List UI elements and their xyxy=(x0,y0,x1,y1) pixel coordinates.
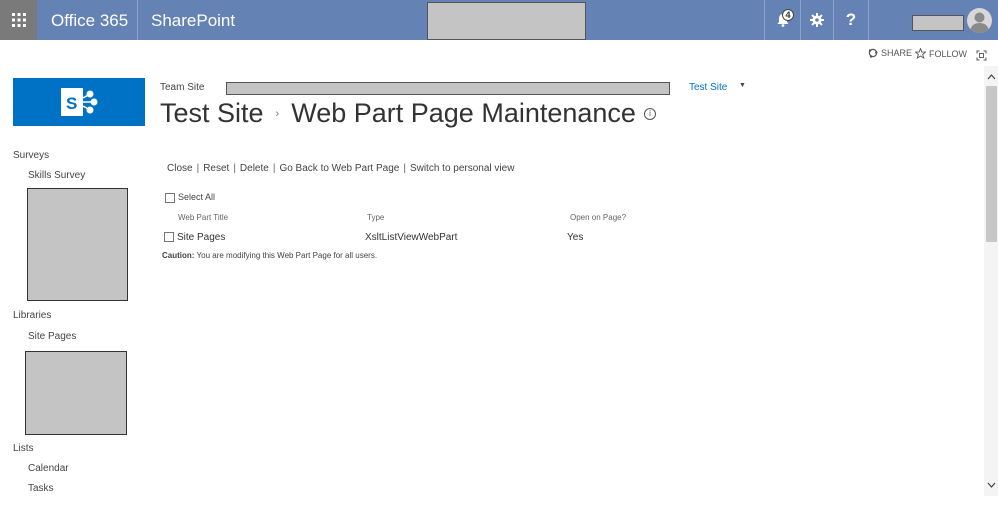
select-all-row: Select All xyxy=(165,192,215,203)
share-label: SHARE xyxy=(881,48,913,58)
notifications-button[interactable] xyxy=(765,0,800,40)
cell-open: Yes xyxy=(567,232,584,243)
follow-button[interactable]: FOLLOW xyxy=(915,48,967,59)
help-button[interactable]: ? xyxy=(834,0,868,40)
go-back-link[interactable]: Go Back to Web Part Page xyxy=(279,163,399,174)
follow-star-icon xyxy=(915,48,926,59)
nav-heading-libraries[interactable]: Libraries xyxy=(13,310,51,321)
caution-text: You are modifying this Web Part Page for… xyxy=(194,251,378,260)
delete-link[interactable]: Delete xyxy=(240,163,269,174)
nav-item-skills-survey[interactable]: Skills Survey xyxy=(28,170,85,181)
caution-label: Caution: xyxy=(162,251,195,260)
cell-type: XsltListViewWebPart xyxy=(365,232,458,243)
reset-link[interactable]: Reset xyxy=(203,163,229,174)
waffle-icon xyxy=(11,13,26,27)
column-header-open: Open on Page? xyxy=(570,213,627,222)
focus-button[interactable] xyxy=(976,48,987,66)
scroll-up-icon[interactable] xyxy=(987,74,996,80)
pipe-separator: | xyxy=(403,163,406,174)
suite-divider xyxy=(137,0,138,40)
focus-icon xyxy=(976,50,987,61)
avatar-icon xyxy=(970,12,989,33)
column-header-title: Web Part Title xyxy=(178,213,229,222)
row-checkbox[interactable] xyxy=(164,232,174,243)
follow-label: FOLLOW xyxy=(929,48,968,59)
settings-button[interactable] xyxy=(801,0,833,40)
nav-item-calendar[interactable]: Calendar xyxy=(28,463,69,474)
switch-personal-view-link[interactable]: Switch to personal view xyxy=(410,163,515,174)
top-nav-test-site[interactable]: Test Site xyxy=(689,82,727,93)
select-all-label: Select All xyxy=(178,192,216,202)
redacted-search-box xyxy=(427,2,586,40)
nav-heading-lists[interactable]: Lists xyxy=(13,443,34,454)
sharepoint-app-link[interactable]: SharePoint xyxy=(151,11,235,31)
app-launcher-button[interactable] xyxy=(0,0,37,40)
nav-heading-surveys[interactable]: Surveys xyxy=(13,150,49,161)
notification-count-badge: 4 xyxy=(782,9,794,21)
close-link[interactable]: Close xyxy=(167,163,193,174)
office365-brand-link[interactable]: Office 365 xyxy=(51,11,128,31)
nav-item-tasks[interactable]: Tasks xyxy=(28,483,54,494)
help-icon: ? xyxy=(845,10,857,29)
svg-text:S: S xyxy=(66,94,77,113)
site-logo[interactable]: S xyxy=(13,78,145,126)
share-button[interactable]: SHARE xyxy=(868,48,912,58)
redacted-user-name xyxy=(912,15,964,31)
title-separator-icon: › xyxy=(275,107,280,120)
breadcrumb-team-site[interactable]: Team Site xyxy=(160,82,204,93)
page-title: Test Site › Web Part Page Maintenance i xyxy=(160,98,656,129)
table-row: Site Pages xyxy=(164,232,225,243)
title-page-name: Web Part Page Maintenance xyxy=(291,98,636,128)
redacted-nav-block xyxy=(25,351,127,435)
avatar[interactable] xyxy=(967,8,992,33)
select-all-checkbox[interactable] xyxy=(165,192,175,203)
pipe-separator: | xyxy=(196,163,200,174)
share-icon xyxy=(868,48,878,58)
scroll-down-icon[interactable] xyxy=(987,482,996,488)
caution-message: Caution: You are modifying this Web Part… xyxy=(162,251,377,260)
gear-icon xyxy=(810,13,824,27)
nav-item-site-pages[interactable]: Site Pages xyxy=(28,331,76,342)
top-nav-dropdown-icon[interactable]: ▼ xyxy=(739,82,746,89)
title-site-link[interactable]: Test Site xyxy=(160,98,264,129)
info-icon[interactable]: i xyxy=(643,107,656,120)
column-header-type: Type xyxy=(367,213,385,222)
pipe-separator: | xyxy=(233,163,236,174)
cell-title: Site Pages xyxy=(177,232,226,243)
maintenance-actions: Close | Reset | Delete | Go Back to Web Part P… xyxy=(167,163,514,174)
scrollbar-thumb[interactable] xyxy=(986,86,997,242)
sharepoint-logo: S xyxy=(61,88,98,116)
redacted-nav-block xyxy=(27,188,128,301)
suite-divider xyxy=(868,0,869,40)
redacted-top-nav xyxy=(226,82,670,95)
pipe-separator: | xyxy=(272,163,276,174)
